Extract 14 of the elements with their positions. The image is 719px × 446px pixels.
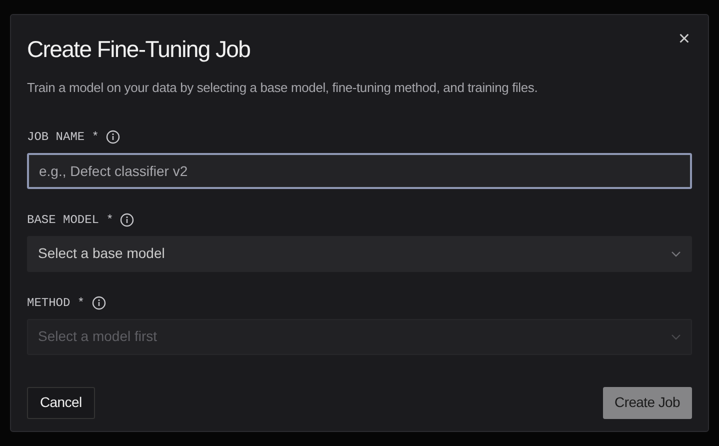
close-button[interactable]: × bbox=[676, 29, 692, 49]
select-label: BASE MODEL * bbox=[27, 212, 114, 228]
chevron-down-icon bbox=[671, 250, 681, 256]
dialog-title: Create Fine-Tuning Job bbox=[27, 35, 250, 63]
cancel-button[interactable]: Cancel bbox=[27, 386, 95, 418]
field-label: JOB NAME * bbox=[27, 128, 100, 146]
dialog-description: Train a model on your data by selecting a base model, fine-tuning method, and training files. bbox=[27, 79, 539, 97]
info-icon[interactable] bbox=[106, 130, 120, 144]
select-field[interactable]: Select a base model bbox=[27, 236, 692, 272]
text-field[interactable]: e.g., Defect classifier v2 bbox=[27, 152, 692, 188]
chevron-down-icon bbox=[671, 334, 681, 340]
select-label: METHOD * bbox=[27, 294, 85, 312]
info-icon[interactable] bbox=[120, 212, 134, 226]
info-icon[interactable] bbox=[92, 296, 106, 310]
